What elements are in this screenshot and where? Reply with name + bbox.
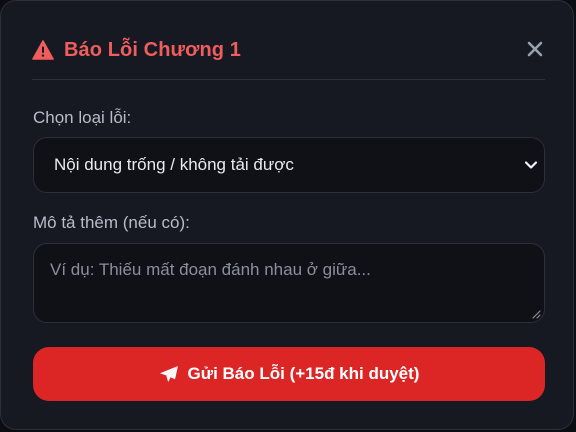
title-group: Báo Lỗi Chương 1 — [32, 39, 241, 62]
error-type-selected-value: Nội dung trống / không tải được — [54, 155, 294, 174]
modal-title: Báo Lỗi Chương 1 — [64, 38, 241, 61]
error-type-label: Chọn loại lỗi: — [33, 108, 132, 127]
paper-plane-icon — [159, 366, 178, 382]
chevron-down-icon — [524, 161, 538, 169]
description-label: Mô tả thêm (nếu có): — [33, 213, 190, 232]
header-divider — [32, 79, 545, 80]
report-error-modal: Báo Lỗi Chương 1 Chọn loại lỗi: Nội dung… — [0, 0, 574, 430]
error-type-select[interactable]: Nội dung trống / không tải được — [33, 137, 545, 193]
submit-button-label: Gửi Báo Lỗi (+15đ khi duyệt) — [187, 364, 420, 383]
warning-triangle-icon — [32, 40, 54, 60]
description-textarea[interactable] — [33, 243, 545, 323]
resize-handle-icon[interactable] — [531, 309, 541, 319]
submit-report-button[interactable]: Gửi Báo Lỗi (+15đ khi duyệt) — [33, 347, 545, 401]
close-icon[interactable] — [525, 39, 545, 59]
modal-header: Báo Lỗi Chương 1 — [32, 31, 545, 69]
